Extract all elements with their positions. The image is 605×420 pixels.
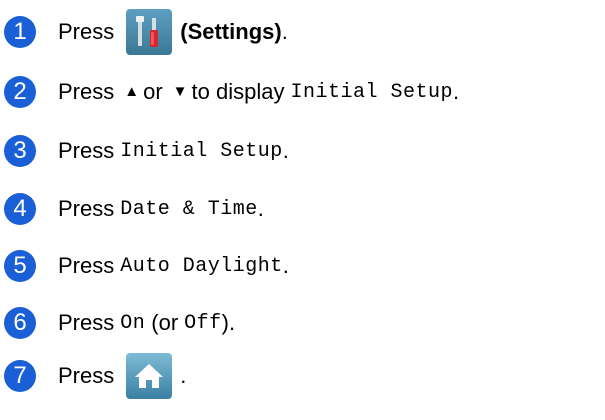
step-end: .	[281, 19, 288, 44]
step-number: 4	[4, 193, 36, 225]
step-6: 6 Press On (or Off ).	[0, 303, 235, 343]
or-text: (or	[151, 310, 179, 335]
step-4: 4 Press Date & Time .	[0, 189, 264, 229]
step-press: Press	[58, 310, 115, 335]
settings-label: (Settings)	[180, 19, 282, 44]
or-text: or	[143, 79, 163, 104]
step-text: to display	[191, 79, 285, 104]
step-number: 2	[4, 76, 36, 108]
step-end: .	[180, 363, 187, 388]
step-number: 7	[4, 360, 36, 392]
step-number: 6	[4, 307, 36, 339]
step-number: 1	[4, 16, 36, 48]
step-press: Press	[58, 79, 115, 104]
step-press: Press	[58, 138, 115, 163]
step-end: .	[453, 79, 460, 104]
step-number: 5	[4, 250, 36, 282]
step-press: Press	[58, 253, 115, 278]
step-press: Press	[58, 363, 115, 388]
step-3: 3 Press Initial Setup .	[0, 131, 289, 171]
step-end: ).	[221, 310, 236, 335]
menu-option: Initial Setup	[290, 80, 454, 104]
step-end: .	[257, 196, 264, 221]
step-5: 5 Press Auto Daylight .	[0, 246, 289, 286]
menu-option: Initial Setup	[120, 139, 283, 163]
step-1: 1 Press (Settings) .	[0, 9, 288, 55]
menu-option: Auto Daylight	[120, 254, 283, 278]
menu-option: Date & Time	[120, 197, 258, 221]
step-press: Press	[58, 19, 115, 44]
step-7: 7 Press .	[0, 353, 187, 399]
step-number: 3	[4, 135, 36, 167]
step-end: .	[282, 138, 289, 163]
home-icon	[126, 353, 173, 399]
menu-option-alt: Off	[184, 311, 222, 335]
settings-icon	[126, 9, 173, 55]
step-press: Press	[58, 196, 115, 221]
triangle-up-icon: ▲	[124, 82, 140, 100]
menu-option: On	[120, 311, 146, 335]
step-end: .	[282, 253, 289, 278]
step-2: 2 Press ▲ or ▼ to display Initial Setup …	[0, 72, 459, 112]
triangle-down-icon: ▼	[172, 82, 188, 100]
